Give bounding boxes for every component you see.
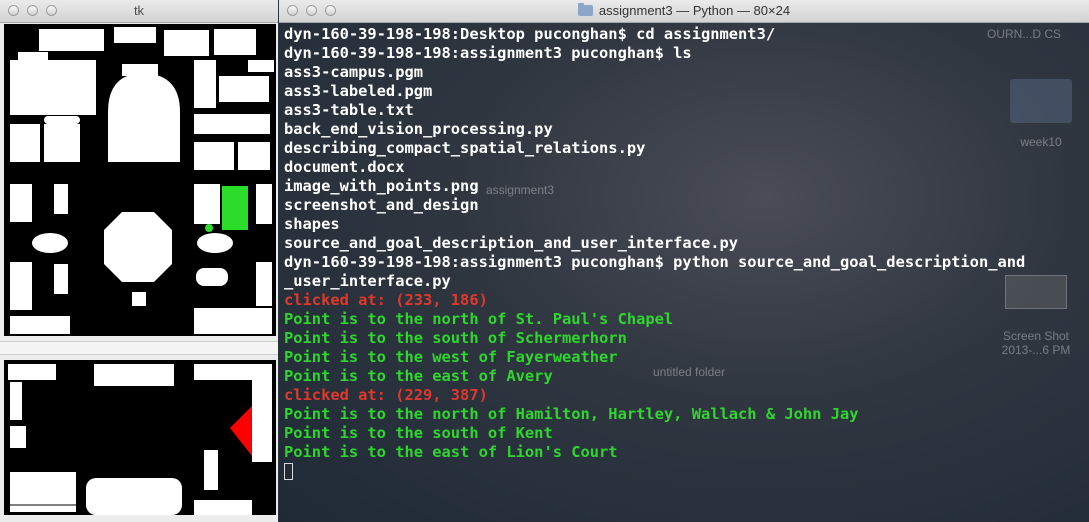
building[interactable] [8, 364, 56, 380]
building[interactable] [39, 29, 104, 51]
terminal-output: dyn-160-39-198-198:Desktop puconghan$ cd… [284, 25, 1089, 482]
building[interactable] [10, 60, 96, 115]
building[interactable] [10, 262, 32, 310]
building[interactable] [18, 52, 48, 62]
terminal-line: image_with_points.png [284, 177, 479, 195]
campus-map-bottom[interactable] [4, 360, 276, 515]
building[interactable] [214, 29, 256, 55]
building[interactable] [132, 292, 146, 306]
terminal-line-click: clicked at: (233, 186) [284, 291, 488, 309]
terminal-line-result: Point is to the north of Hamilton, Hartl… [284, 405, 859, 423]
building[interactable] [86, 478, 182, 515]
terminal-line: describing_compact_spatial_relations.py [284, 139, 646, 157]
building[interactable] [256, 184, 272, 224]
building[interactable] [194, 142, 234, 170]
building[interactable] [54, 264, 68, 294]
terminal-titlebar[interactable]: assignment3 — Python — 80×24 [279, 0, 1089, 23]
building[interactable] [44, 116, 80, 124]
terminal-line-result: Point is to the south of Schermerhorn [284, 329, 627, 347]
building[interactable] [194, 308, 272, 334]
building[interactable] [194, 364, 272, 380]
terminal-body[interactable]: OURN...D CS week10 assignment3 Screen Sh… [279, 23, 1089, 522]
terminal-line-result: Point is to the south of Kent [284, 424, 553, 442]
terminal-line: document.docx [284, 158, 405, 176]
terminal-line: dyn-160-39-198-198:assignment3 puconghan… [284, 253, 1026, 271]
building[interactable] [194, 114, 270, 134]
terminal-line: screenshot_and_design [284, 196, 479, 214]
terminal-line: back_end_vision_processing.py [284, 120, 553, 138]
building[interactable] [252, 380, 272, 462]
campus-map-canvas-lower[interactable] [4, 360, 276, 515]
building[interactable] [10, 382, 22, 420]
building[interactable] [238, 142, 270, 170]
terminal-line-result: Point is to the west of Fayerweather [284, 348, 618, 366]
building[interactable] [256, 262, 272, 306]
terminal-title-text: assignment3 — Python — 80×24 [598, 3, 791, 18]
terminal-line: ass3-labeled.pgm [284, 82, 433, 100]
terminal-line: _user_interface.py [284, 272, 451, 290]
terminal-line: source_and_goal_description_and_user_int… [284, 234, 739, 252]
building[interactable] [204, 450, 218, 490]
tk-window: tk [0, 0, 278, 522]
canvas-divider [0, 341, 278, 355]
terminal-line-result: Point is to the north of St. Paul's Chap… [284, 310, 674, 328]
terminal-line: shapes [284, 215, 340, 233]
building[interactable] [197, 233, 233, 253]
tk-body [0, 23, 278, 522]
building[interactable] [196, 268, 228, 286]
tk-titlebar[interactable]: tk [0, 0, 278, 23]
building[interactable] [114, 27, 156, 43]
building[interactable] [10, 316, 70, 334]
terminal-window-title: assignment3 — Python — 80×24 [279, 3, 1089, 18]
building[interactable] [108, 74, 180, 162]
campus-map-top[interactable] [4, 24, 276, 336]
terminal-line: ass3-campus.pgm [284, 63, 423, 81]
folder-icon [577, 3, 593, 16]
goal-marker [230, 406, 252, 456]
building[interactable] [94, 364, 174, 386]
building[interactable] [248, 60, 274, 72]
building[interactable] [10, 472, 76, 512]
tk-window-title: tk [133, 3, 145, 18]
building[interactable] [194, 500, 252, 515]
building[interactable] [10, 124, 40, 162]
building[interactable] [104, 212, 172, 282]
source-marker [222, 186, 248, 230]
terminal-line-result: Point is to the east of Lion's Court [284, 443, 618, 461]
building[interactable] [54, 184, 68, 214]
building[interactable] [10, 426, 26, 448]
terminal-line-click: clicked at: (229, 387) [284, 386, 488, 404]
terminal-window: assignment3 — Python — 80×24 OURN...D CS… [279, 0, 1089, 522]
building[interactable] [122, 64, 158, 76]
building[interactable] [194, 184, 220, 224]
terminal-line: dyn-160-39-198-198:assignment3 puconghan… [284, 44, 692, 62]
terminal-line: dyn-160-39-198-198:Desktop puconghan$ cd… [284, 25, 776, 43]
source-marker-point [205, 224, 213, 232]
building[interactable] [219, 76, 269, 102]
building[interactable] [164, 30, 209, 56]
terminal-line-result: Point is to the east of Avery [284, 367, 553, 385]
terminal-cursor[interactable] [284, 463, 293, 480]
terminal-line: ass3-table.txt [284, 101, 414, 119]
building[interactable] [194, 60, 216, 108]
building[interactable] [44, 124, 80, 162]
building[interactable] [10, 184, 32, 222]
building[interactable] [32, 233, 68, 253]
campus-map-canvas[interactable] [4, 24, 276, 336]
